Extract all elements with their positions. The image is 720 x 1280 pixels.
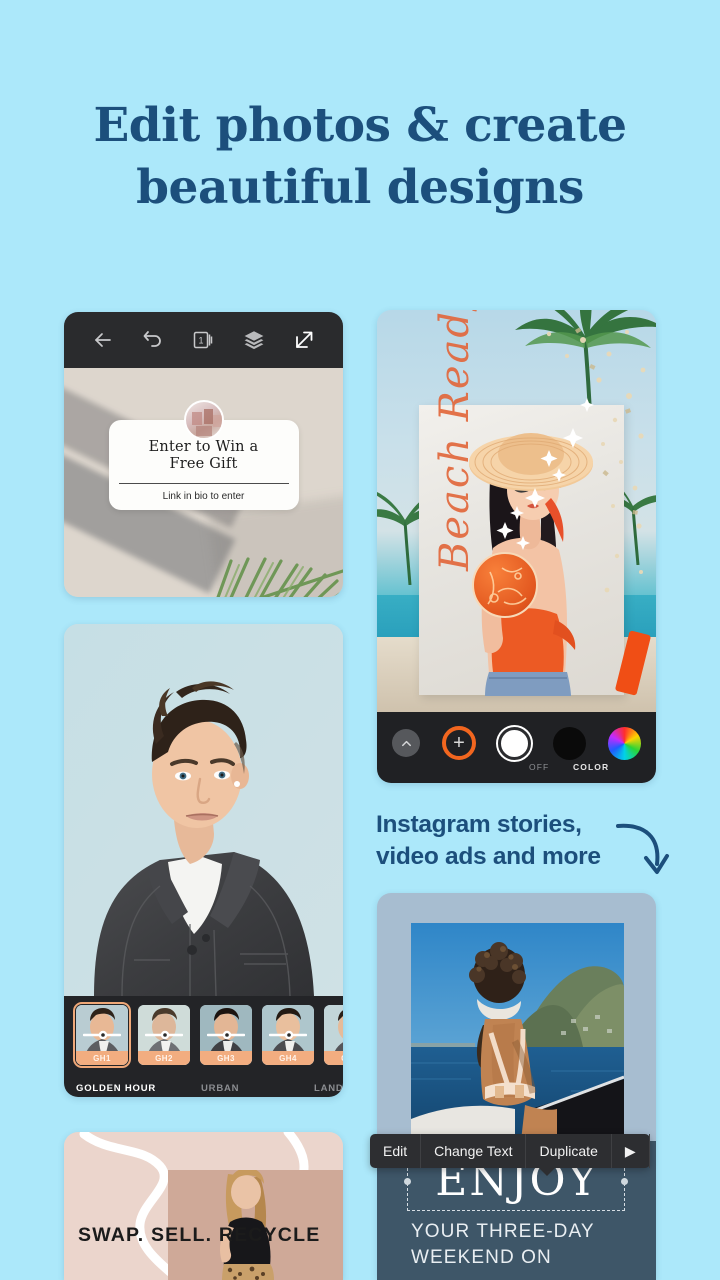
chevron-up-icon[interactable]: [392, 729, 420, 757]
svg-text:1: 1: [199, 335, 204, 345]
swap-template-card[interactable]: SWAP. SELL. RECYCLE: [64, 1132, 343, 1280]
context-menu-pointer: [538, 1167, 556, 1176]
context-menu-item-duplicate[interactable]: Duplicate: [526, 1134, 612, 1168]
context-menu-item-edit[interactable]: Edit: [370, 1134, 422, 1168]
enjoy-subtitle-line-2: WEEKEND ON: [411, 1247, 552, 1268]
filter-thumbnails[interactable]: GH1 GH2 GH3 GH4: [73, 1002, 343, 1068]
add-color-icon[interactable]: +: [442, 726, 476, 760]
back-icon[interactable]: [91, 328, 115, 352]
filter-category-landscape[interactable]: LANDSCAPE: [314, 1083, 343, 1094]
export-icon[interactable]: [292, 328, 316, 352]
color-wheel-swatch[interactable]: [608, 726, 641, 760]
feature-annotation: Instagram stories, video ads and more: [376, 809, 601, 873]
beach-template-card[interactable]: Beach Ready + OFF COLOR: [377, 310, 656, 783]
curved-arrow-icon: [616, 823, 669, 874]
avatar: [183, 400, 224, 440]
filter-slider-icon[interactable]: [207, 1030, 245, 1040]
filter-thumb-gh2[interactable]: GH2: [138, 1005, 190, 1065]
swap-headline[interactable]: SWAP. SELL. RECYCLE: [78, 1224, 343, 1247]
context-menu-more-icon[interactable]: ▶: [612, 1134, 650, 1168]
undo-icon[interactable]: [141, 328, 165, 352]
context-menu-item-change-text[interactable]: Change Text: [421, 1134, 527, 1168]
enjoy-subtitle: YOUR THREE-DAY WEEKEND ON: [411, 1219, 651, 1271]
palm-leaf-decoration: [216, 557, 343, 597]
decorative-emblem: [472, 552, 538, 618]
filter-slider-icon[interactable]: [83, 1030, 121, 1040]
app-store-screenshot: Edit photos & create beautiful designs 1: [0, 0, 720, 1280]
filter-name: GH5: [324, 1051, 343, 1065]
filter-name: GH4: [262, 1051, 314, 1065]
filter-thumb-gh4[interactable]: GH4: [262, 1005, 314, 1065]
page-headline: Edit photos & create beautiful designs: [0, 95, 720, 219]
off-label: OFF: [529, 762, 550, 772]
boat-photo: [411, 923, 624, 1141]
filter-slider-icon[interactable]: [269, 1030, 307, 1040]
filter-thumb-gh5[interactable]: GH5: [324, 1005, 343, 1065]
enjoy-template-card[interactable]: ENJOY YOUR THREE-DAY WEEKEND ON: [377, 893, 656, 1280]
filter-thumb-gh3[interactable]: GH3: [200, 1005, 252, 1065]
filter-name: GH3: [200, 1051, 252, 1065]
enjoy-subtitle-line-1: YOUR THREE-DAY: [411, 1221, 595, 1242]
layers-icon[interactable]: [242, 328, 266, 352]
gift-template-card[interactable]: 1 Enter to Win a Free Gift Link in bio t…: [64, 312, 343, 597]
headline-line-1: Edit photos & create: [93, 98, 627, 153]
white-swatch[interactable]: [498, 726, 531, 760]
filter-slider-icon[interactable]: [145, 1030, 183, 1040]
gift-title-line-1: Enter to Win a: [148, 439, 259, 455]
annotation-line-1: Instagram stories,: [376, 811, 582, 838]
gift-subtitle: Link in bio to enter: [162, 491, 245, 502]
divider: [118, 483, 289, 484]
beach-ready-script-text[interactable]: Beach Ready: [432, 310, 478, 571]
editor-toolbar: 1: [64, 312, 343, 368]
filter-name: GH1: [76, 1051, 128, 1065]
filter-name: GH2: [138, 1051, 190, 1065]
portrait-photo: [64, 624, 343, 996]
gift-canvas: Enter to Win a Free Gift Link in bio to …: [64, 368, 343, 597]
context-menu[interactable]: Edit Change Text Duplicate ▶: [370, 1134, 650, 1176]
black-swatch[interactable]: [553, 726, 586, 760]
color-label: COLOR: [573, 762, 610, 772]
swap-canvas: SWAP. SELL. RECYCLE: [64, 1132, 343, 1280]
enjoy-canvas: ENJOY YOUR THREE-DAY WEEKEND ON: [377, 893, 656, 1280]
color-toolbar: + OFF COLOR: [377, 712, 656, 783]
annotation-line-2: video ads and more: [376, 843, 601, 870]
filter-category-golden-hour[interactable]: GOLDEN HOUR: [76, 1083, 156, 1094]
headline-line-2: beautiful designs: [136, 160, 584, 215]
beach-canvas: Beach Ready: [377, 310, 656, 712]
filter-category-urban[interactable]: URBAN: [201, 1083, 239, 1094]
gift-title-line-2: Free Gift: [169, 456, 238, 472]
portrait-filter-card[interactable]: GH1 GH2 GH3 GH4 GOLDEN HOUR URBAN LAND: [64, 624, 343, 1097]
gift-title: Enter to Win a Free Gift: [149, 439, 259, 473]
filter-strip[interactable]: GH1 GH2 GH3 GH4 GOLDEN HOUR URBAN LAND: [64, 996, 343, 1097]
page-count-icon[interactable]: 1: [191, 328, 215, 352]
filter-thumb-gh1[interactable]: GH1: [73, 1002, 131, 1068]
